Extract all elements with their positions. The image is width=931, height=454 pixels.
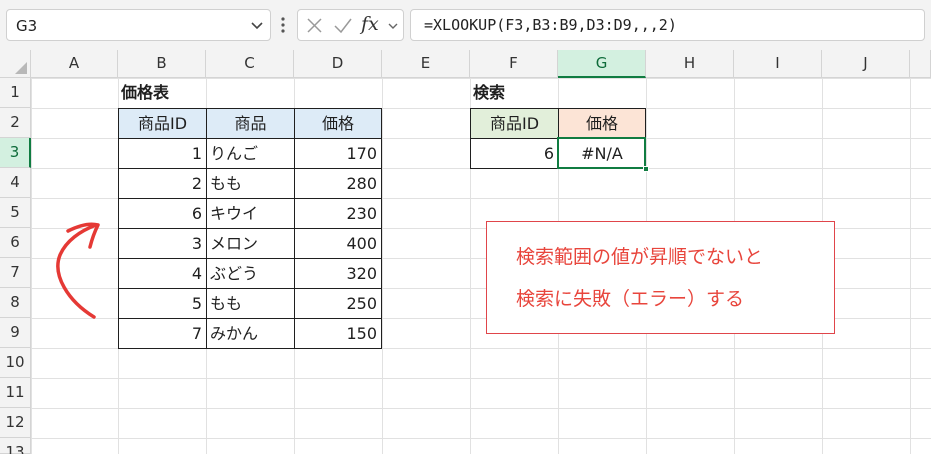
search-id-input[interactable]: 6 [470,138,559,169]
formula-input[interactable]: =XLOOKUP(F3,B3:B9,D3:D9,,,2) [410,9,925,41]
table-cell-price[interactable]: 230 [294,198,382,229]
search-header-product-id: 商品ID [470,108,559,139]
search-title: 検索 [473,83,506,102]
red-arrow-icon [56,222,100,319]
column-header-j[interactable]: J [822,50,910,78]
name-box-value: G3 [16,17,38,35]
active-cell-outline [557,137,646,169]
column-header-k[interactable] [910,50,931,78]
row-header-5[interactable]: 5 [0,198,31,228]
annotation-line-1: 検索範囲の値が昇順でないと [516,246,764,268]
row-header-9[interactable]: 9 [0,318,31,348]
table-cell-id[interactable]: 6 [118,198,207,229]
formula-text: =XLOOKUP(F3,B3:B9,D3:D9,,,2) [424,16,677,34]
table-cell-price[interactable]: 150 [294,318,382,349]
row-header-4[interactable]: 4 [0,168,31,198]
header-price: 価格 [294,108,382,139]
row-header-11[interactable]: 11 [0,378,31,408]
annotation-line-2: 検索に失敗（エラー）する [516,288,745,310]
cancel-icon[interactable] [306,17,323,34]
column-header-h[interactable]: H [646,50,734,78]
table-cell-id[interactable]: 5 [118,288,207,319]
table-cell-id[interactable]: 2 [118,168,207,199]
table-cell-id[interactable]: 3 [118,228,207,259]
table-cell-name[interactable]: もも [206,168,295,199]
fill-handle[interactable] [643,166,649,172]
column-header-d[interactable]: D [294,50,382,78]
table-cell-name[interactable]: メロン [206,228,295,259]
table-cell-price[interactable]: 280 [294,168,382,199]
chevron-down-icon[interactable] [387,20,399,32]
table-cell-price[interactable]: 170 [294,138,382,169]
table-cell-name[interactable]: キウイ [206,198,295,229]
column-header-g[interactable]: G [558,50,646,78]
column-header-i[interactable]: I [734,50,822,78]
row-header-3[interactable]: 3 [0,138,31,168]
header-product: 商品 [206,108,295,139]
row-header-12[interactable]: 12 [0,408,31,438]
table-cell-name[interactable]: ぶどう [206,258,295,289]
column-header-e[interactable]: E [382,50,470,78]
annotation-box: 検索範囲の値が昇順でないと 検索に失敗（エラー）する [486,221,835,334]
column-header-b[interactable]: B [118,50,206,78]
price-table-title: 価格表 [121,83,170,102]
row-header-13[interactable]: 13 [0,438,31,454]
table-cell-name[interactable]: りんご [206,138,295,169]
row-header-7[interactable]: 7 [0,258,31,288]
enter-check-icon[interactable] [333,17,353,34]
row-header-1[interactable]: 1 [0,78,31,108]
row-header-6[interactable]: 6 [0,228,31,258]
table-cell-price[interactable]: 400 [294,228,382,259]
search-header-price: 価格 [558,108,646,139]
table-cell-id[interactable]: 7 [118,318,207,349]
row-header-8[interactable]: 8 [0,288,31,318]
column-header-c[interactable]: C [206,50,294,78]
table-cell-id[interactable]: 4 [118,258,207,289]
insert-function-icon[interactable]: fx [361,13,379,35]
table-cell-price[interactable]: 320 [294,258,382,289]
table-cell-id[interactable]: 1 [118,138,207,169]
chevron-down-icon[interactable] [250,18,264,32]
header-product-id: 商品ID [118,108,207,139]
name-box[interactable]: G3 [6,9,271,41]
column-header-f[interactable]: F [470,50,558,78]
column-header-a[interactable]: A [31,50,118,78]
table-cell-name[interactable]: もも [206,288,295,319]
row-header-2[interactable]: 2 [0,108,31,138]
formula-buttons: fx [297,9,404,41]
select-all-corner[interactable] [0,50,31,78]
table-cell-price[interactable]: 250 [294,288,382,319]
row-header-10[interactable]: 10 [0,348,31,378]
table-cell-name[interactable]: みかん [206,318,295,349]
more-options-icon[interactable] [280,15,286,35]
formula-bar-area: G3 fx =XLOOKUP(F3,B3:B9,D3:D9,,,2) [0,0,931,50]
